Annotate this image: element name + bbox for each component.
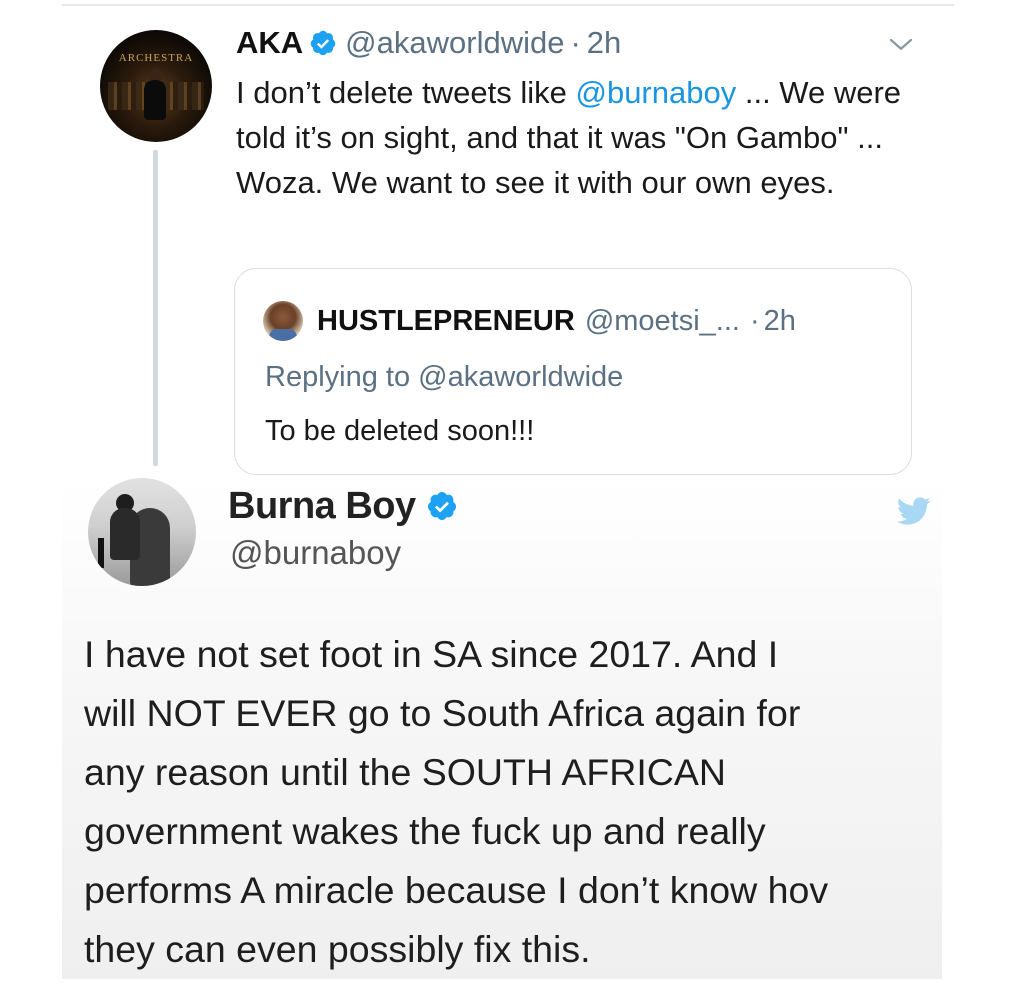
aka-timestamp[interactable]: 2h (587, 25, 621, 61)
avatar-shirt-graphic (269, 329, 297, 341)
aka-display-name[interactable]: AKA (236, 25, 303, 61)
quoted-tweet-card[interactable]: HUSTLEPRENEUR @moetsi_... · 2h Replying … (234, 268, 912, 475)
quoted-tweet-header: HUSTLEPRENEUR @moetsi_... · 2h (317, 301, 796, 341)
avatar-rider-graphic (110, 508, 140, 560)
avatar-pole-graphic (98, 538, 104, 568)
aka-tweet-header: AKA @akaworldwide · 2h (236, 24, 621, 62)
chevron-down-icon[interactable] (886, 30, 916, 60)
verified-badge-icon (427, 492, 456, 520)
quoted-display-name[interactable]: HUSTLEPRENEUR (317, 305, 575, 338)
burna-avatar[interactable] (88, 478, 196, 586)
aka-handle[interactable]: @akaworldwide (345, 25, 564, 61)
quoted-avatar[interactable] (263, 301, 303, 341)
top-divider (62, 4, 954, 6)
tweet-text-part: I don’t delete tweets like (236, 75, 576, 110)
aka-avatar[interactable]: ARCHESTRA (100, 30, 212, 142)
avatar-logo-text: ARCHESTRA (118, 52, 194, 64)
separator-dot: · (749, 304, 760, 337)
separator-dot: · (570, 25, 581, 60)
burna-handle[interactable]: @burnaboy (230, 534, 401, 572)
replying-to-line: Replying to @akaworldwide (265, 361, 623, 394)
aka-tweet-text: I don’t delete tweets like @burnaboy ...… (236, 70, 916, 205)
replying-to-mention[interactable]: @akaworldwide (418, 361, 623, 393)
replying-to-label: Replying to (265, 361, 419, 393)
twitter-bird-icon (897, 497, 931, 525)
burna-display-name[interactable]: Burna Boy (228, 485, 416, 528)
mention-link[interactable]: @burnaboy (575, 75, 736, 110)
quoted-timestamp[interactable]: 2h (764, 305, 796, 338)
quoted-tweet-text: To be deleted soon!!! (265, 415, 535, 447)
verified-badge-icon (310, 30, 336, 56)
burna-tweet-header: Burna Boy (228, 484, 458, 528)
quoted-handle[interactable]: @moetsi_... (585, 305, 740, 338)
burna-tweet-text: I have not set foot in SA since 2017. An… (84, 633, 829, 970)
thread-connector-line (153, 150, 158, 466)
avatar-figure (144, 80, 166, 120)
